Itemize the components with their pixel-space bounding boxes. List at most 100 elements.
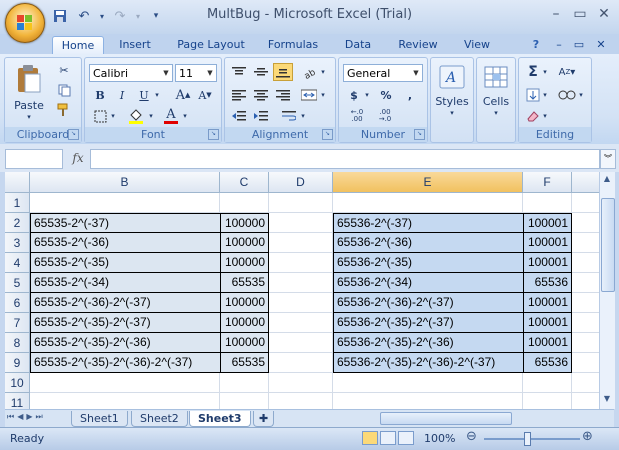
tab-view[interactable]: View xyxy=(454,36,500,54)
table-cell[interactable] xyxy=(220,373,269,393)
align-right-icon[interactable] xyxy=(273,86,293,104)
align-top-icon[interactable] xyxy=(229,63,249,81)
font-color-dropdown-icon[interactable]: ▾ xyxy=(181,108,189,124)
align-left-icon[interactable] xyxy=(229,86,249,104)
table-cell[interactable]: 65535-2^(-37) xyxy=(30,213,220,233)
normal-view-icon[interactable] xyxy=(362,431,378,445)
table-cell[interactable] xyxy=(572,253,599,273)
font-name-combo[interactable]: Calibri ▼ xyxy=(89,64,173,82)
page-break-view-icon[interactable] xyxy=(398,431,414,445)
table-cell[interactable] xyxy=(572,193,599,213)
format-painter-icon[interactable] xyxy=(55,102,73,118)
maximize-icon[interactable]: ▭ xyxy=(569,4,591,24)
table-cell[interactable]: 100001 xyxy=(523,293,572,313)
table-cell[interactable]: 65536-2^(-37) xyxy=(333,213,523,233)
font-name-dropdown-icon[interactable]: ▼ xyxy=(160,65,172,81)
alignment-launcher-icon[interactable]: ↘ xyxy=(322,129,333,140)
underline-dropdown-icon[interactable]: ▾ xyxy=(153,86,161,104)
autosum-dropdown-icon[interactable]: ▾ xyxy=(541,63,549,81)
sheet-tab-3[interactable]: Sheet3 xyxy=(189,411,251,427)
table-cell[interactable] xyxy=(333,373,523,393)
paste-button[interactable]: Paste xyxy=(9,98,49,112)
table-cell[interactable]: 100000 xyxy=(220,333,269,353)
table-cell[interactable]: 100000 xyxy=(220,233,269,253)
percent-icon[interactable]: % xyxy=(377,86,395,104)
styles-icon[interactable]: A xyxy=(437,64,467,90)
underline-icon[interactable]: U xyxy=(135,86,153,104)
tab-data[interactable]: Data xyxy=(335,36,381,54)
table-cell[interactable]: 65535-2^(-35)-2^(-36)-2^(-37) xyxy=(30,353,220,373)
table-cell[interactable] xyxy=(523,373,572,393)
zoom-out-icon[interactable]: ⊖ xyxy=(466,429,477,444)
copy-icon[interactable] xyxy=(55,82,73,98)
table-cell[interactable] xyxy=(333,393,523,409)
help-icon[interactable]: ? xyxy=(527,36,545,54)
sheet-nav-icon[interactable]: ⏮◀▶⏭ xyxy=(7,412,46,422)
font-launcher-icon[interactable]: ↘ xyxy=(208,129,219,140)
column-header-b[interactable]: B xyxy=(30,172,220,193)
table-cell[interactable]: 65535-2^(-35) xyxy=(30,253,220,273)
increase-indent-icon[interactable] xyxy=(251,108,271,124)
zoom-level[interactable]: 100% xyxy=(424,432,455,445)
row-header[interactable]: 2 xyxy=(5,213,30,233)
table-cell[interactable] xyxy=(220,193,269,213)
table-cell[interactable]: 65536-2^(-36)-2^(-37) xyxy=(333,293,523,313)
row-header[interactable]: 1 xyxy=(5,193,30,213)
table-cell[interactable] xyxy=(269,313,333,333)
table-cell[interactable]: 65536-2^(-34) xyxy=(333,273,523,293)
table-cell[interactable] xyxy=(220,393,269,409)
table-cell[interactable] xyxy=(269,393,333,409)
cut-icon[interactable]: ✂ xyxy=(55,62,73,78)
table-cell[interactable] xyxy=(30,393,220,409)
tab-home[interactable]: Home xyxy=(52,36,104,55)
table-cell[interactable] xyxy=(269,213,333,233)
tab-formulas[interactable]: Formulas xyxy=(262,36,324,54)
table-cell[interactable] xyxy=(572,373,599,393)
table-cell[interactable] xyxy=(269,273,333,293)
sheet-tab-2[interactable]: Sheet2 xyxy=(131,411,188,427)
paste-icon[interactable] xyxy=(11,62,47,96)
font-size-combo[interactable]: 11 ▼ xyxy=(175,64,217,82)
table-cell[interactable]: 100001 xyxy=(523,213,572,233)
table-cell[interactable] xyxy=(269,233,333,253)
workbook-restore-icon[interactable]: ▭ xyxy=(572,36,586,54)
table-cell[interactable] xyxy=(269,373,333,393)
table-cell[interactable]: 65535-2^(-36)-2^(-37) xyxy=(30,293,220,313)
column-header-c[interactable]: C xyxy=(220,172,269,193)
table-cell[interactable] xyxy=(523,193,572,213)
table-cell[interactable]: 65535-2^(-35)-2^(-36) xyxy=(30,333,220,353)
table-cell[interactable]: 65536-2^(-36) xyxy=(333,233,523,253)
tab-page-layout[interactable]: Page Layout xyxy=(170,36,252,54)
table-cell[interactable] xyxy=(572,213,599,233)
number-format-dropdown-icon[interactable]: ▼ xyxy=(410,65,422,81)
tab-review[interactable]: Review xyxy=(390,36,446,54)
zoom-slider-thumb[interactable] xyxy=(524,432,531,446)
horizontal-scroll-thumb[interactable] xyxy=(380,412,512,425)
fill-color-icon[interactable] xyxy=(125,108,147,124)
tab-insert[interactable]: Insert xyxy=(110,36,160,54)
orientation-icon[interactable]: ab xyxy=(299,63,319,81)
page-layout-view-icon[interactable] xyxy=(380,431,396,445)
scroll-up-icon[interactable]: ▲ xyxy=(601,174,613,186)
minimize-icon[interactable]: – xyxy=(545,4,567,24)
table-cell[interactable]: 65536-2^(-35)-2^(-36) xyxy=(333,333,523,353)
table-cell[interactable]: 100000 xyxy=(220,213,269,233)
row-header[interactable]: 5 xyxy=(5,273,30,293)
paste-dropdown-icon[interactable]: ▾ xyxy=(23,112,35,122)
formula-input[interactable] xyxy=(90,149,600,169)
align-bottom-icon[interactable] xyxy=(273,63,293,81)
autosum-icon[interactable]: Σ xyxy=(523,63,543,81)
clear-dropdown-icon[interactable]: ▾ xyxy=(541,108,549,124)
table-cell[interactable]: 65536 xyxy=(523,353,572,373)
table-cell[interactable]: 100000 xyxy=(220,313,269,333)
table-cell[interactable] xyxy=(269,253,333,273)
table-cell[interactable]: 65536-2^(-35)-2^(-37) xyxy=(333,313,523,333)
expand-formula-bar-icon[interactable]: ︾ xyxy=(600,149,616,169)
orientation-dropdown-icon[interactable]: ▾ xyxy=(319,63,327,81)
shrink-font-icon[interactable]: A ▼ xyxy=(195,86,215,104)
insert-sheet-icon[interactable]: ✚ xyxy=(253,411,275,427)
table-cell[interactable]: 100001 xyxy=(523,253,572,273)
align-center-icon[interactable] xyxy=(251,86,271,104)
merge-dropdown-icon[interactable]: ▾ xyxy=(319,86,327,104)
row-header[interactable]: 11 xyxy=(5,393,30,409)
